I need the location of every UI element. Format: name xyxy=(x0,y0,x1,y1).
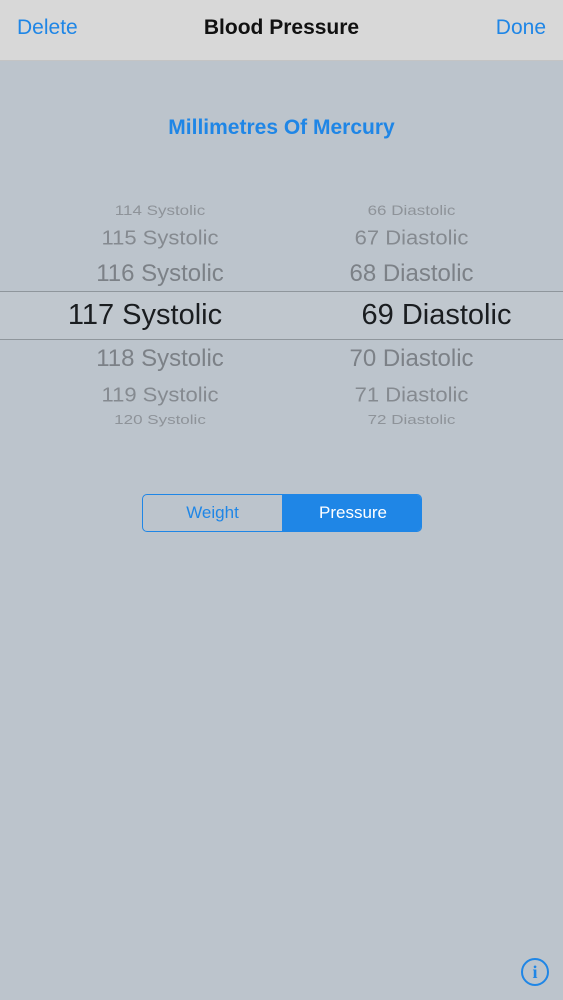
pressure-picker[interactable]: 114 Systolic 115 Systolic 116 Systolic 1… xyxy=(0,180,563,450)
unit-label: Millimetres Of Mercury xyxy=(168,116,395,139)
diastolic-picker-row[interactable]: 70 Diastolic xyxy=(270,345,553,373)
diastolic-picker-row[interactable] xyxy=(270,186,553,192)
diastolic-picker-row[interactable]: 67 Diastolic xyxy=(270,226,553,250)
measurement-type-segmented-control[interactable]: Weight Pressure xyxy=(142,494,422,532)
diastolic-picker-column[interactable]: 66 Diastolic 67 Diastolic 68 Diastolic 6… xyxy=(270,180,563,450)
diastolic-picker-row[interactable]: 68 Diastolic xyxy=(270,260,553,288)
diastolic-picker-row[interactable] xyxy=(270,432,553,438)
diastolic-selected-value[interactable]: 69 Diastolic xyxy=(295,299,563,332)
done-button[interactable]: Done xyxy=(496,16,546,40)
diastolic-picker-row[interactable]: 72 Diastolic xyxy=(270,412,553,428)
page-title: Blood Pressure xyxy=(203,16,360,39)
systolic-selected-value[interactable]: 117 Systolic xyxy=(0,299,305,332)
segment-pressure[interactable]: Pressure xyxy=(283,495,421,531)
diastolic-picker-row[interactable]: 66 Diastolic xyxy=(270,203,553,219)
navigation-bar: Delete Blood Pressure Done xyxy=(0,0,563,61)
segment-weight[interactable]: Weight xyxy=(143,495,283,531)
info-circle-icon[interactable]: i xyxy=(521,958,549,986)
diastolic-picker-row[interactable]: 71 Diastolic xyxy=(270,383,553,407)
